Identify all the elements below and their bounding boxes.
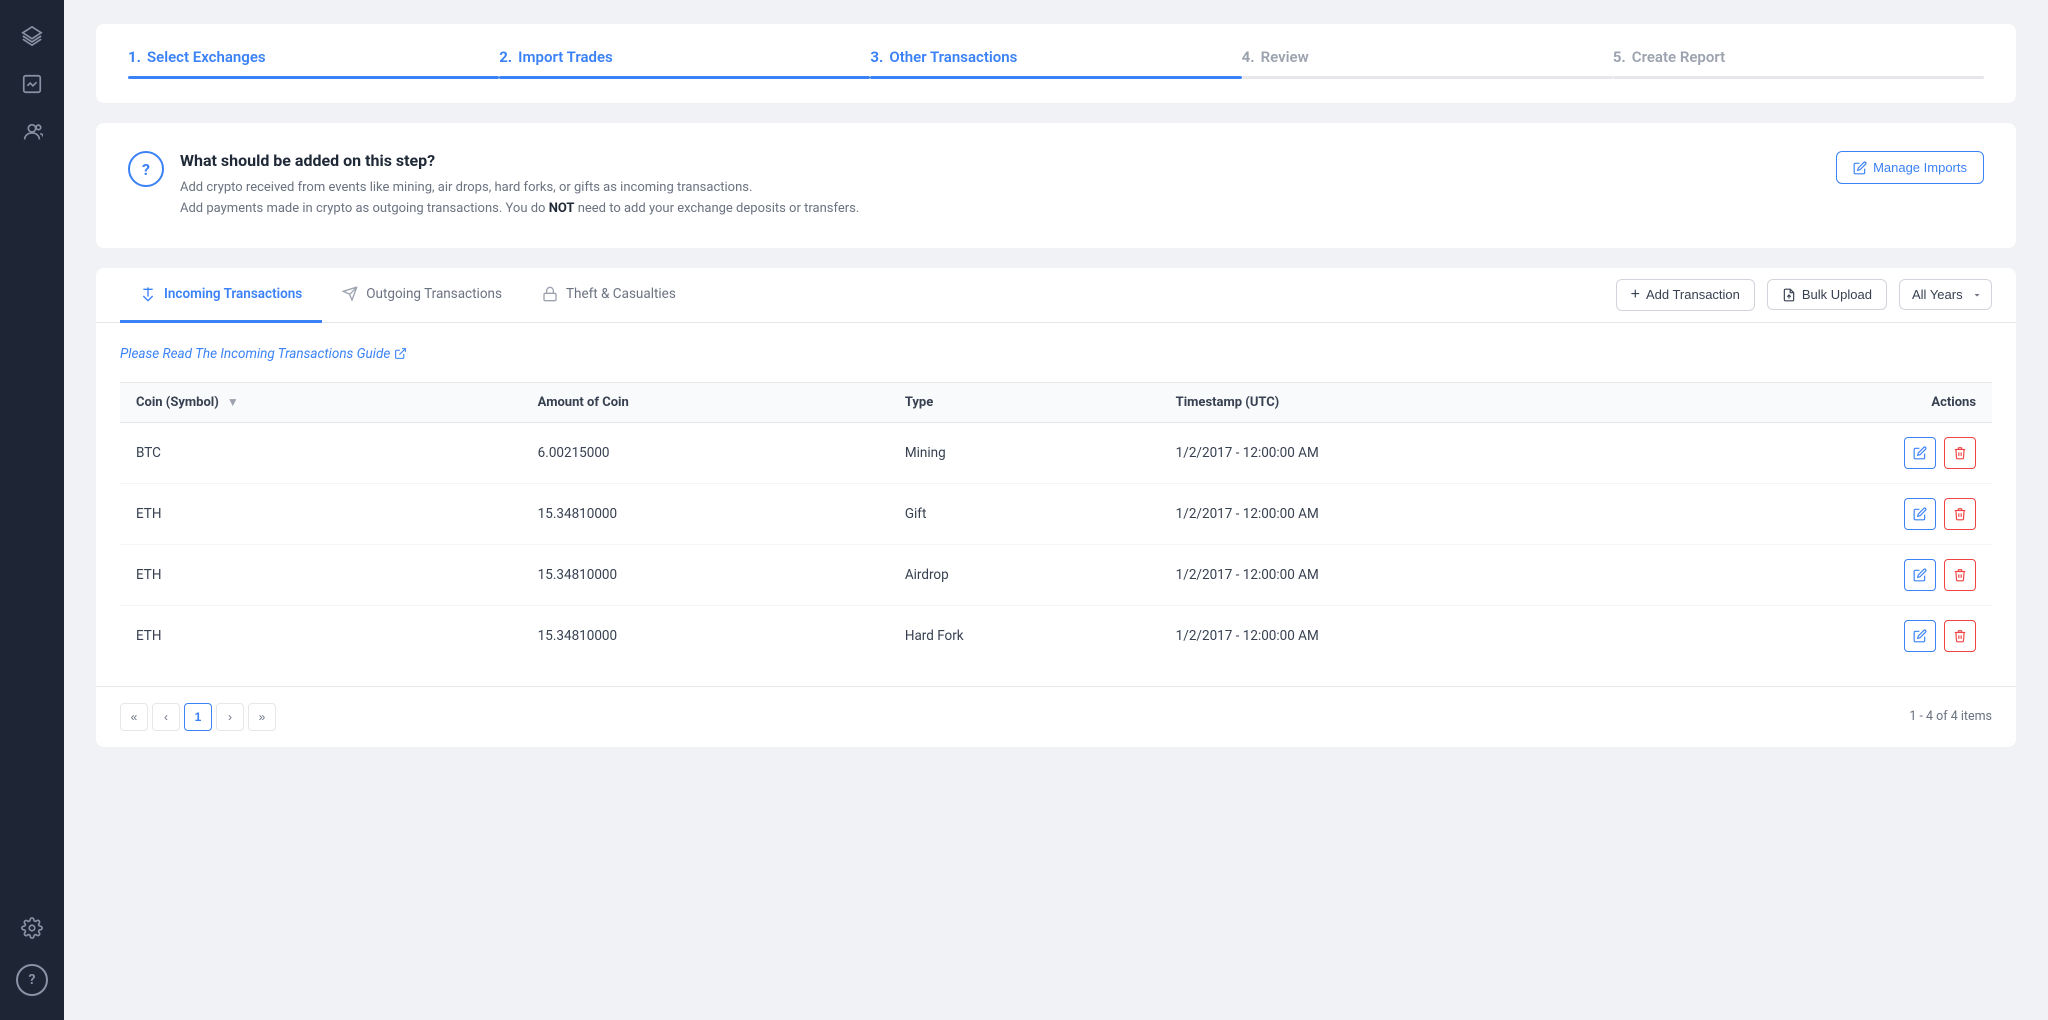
edit-icon <box>1913 507 1927 521</box>
cell-coin: ETH <box>120 605 522 666</box>
info-box: ? What should be added on this step? Add… <box>96 123 2016 248</box>
add-transaction-button[interactable]: + Add Transaction <box>1616 279 1755 311</box>
col-type: Type <box>889 382 1160 422</box>
cell-timestamp: 1/2/2017 - 12:00:00 AM <box>1160 544 1682 605</box>
edit-icon <box>1913 568 1927 582</box>
trash-icon <box>1953 629 1967 643</box>
cell-coin: ETH <box>120 483 522 544</box>
cell-type: Hard Fork <box>889 605 1160 666</box>
delete-row-button[interactable] <box>1944 437 1976 469</box>
cell-timestamp: 1/2/2017 - 12:00:00 AM <box>1160 422 1682 483</box>
tabs-left: Incoming Transactions Outgoing Transacti… <box>120 268 696 322</box>
cell-timestamp: 1/2/2017 - 12:00:00 AM <box>1160 605 1682 666</box>
cell-type: Gift <box>889 483 1160 544</box>
info-title: What should be added on this step? <box>180 151 859 170</box>
step-2[interactable]: 2. Import Trades <box>499 48 870 79</box>
bulk-upload-button[interactable]: Bulk Upload <box>1767 279 1887 310</box>
tabs-actions: + Add Transaction Bulk Upload All Years … <box>1616 279 1992 311</box>
cell-type: Mining <box>889 422 1160 483</box>
cell-coin: ETH <box>120 544 522 605</box>
tab-incoming[interactable]: Incoming Transactions <box>120 268 322 323</box>
step-4[interactable]: 4. Review <box>1242 48 1613 79</box>
step-5[interactable]: 5. Create Report <box>1613 48 1984 79</box>
page-1-button[interactable]: 1 <box>184 703 212 731</box>
tab-outgoing[interactable]: Outgoing Transactions <box>322 268 522 323</box>
edit-row-button[interactable] <box>1904 559 1936 591</box>
cell-amount: 15.34810000 <box>522 483 889 544</box>
help-icon[interactable]: ? <box>16 964 48 996</box>
last-page-button[interactable]: » <box>248 703 276 731</box>
incoming-icon <box>140 286 156 302</box>
col-coin: Coin (Symbol) ▼ <box>120 382 522 422</box>
info-line2: Add payments made in crypto as outgoing … <box>180 199 859 220</box>
edit-icon <box>1913 446 1927 460</box>
col-amount: Amount of Coin <box>522 382 889 422</box>
cell-amount: 15.34810000 <box>522 605 889 666</box>
table-row: ETH 15.34810000 Hard Fork 1/2/2017 - 12:… <box>120 605 1992 666</box>
stepper: 1. Select Exchanges 2. Import Trades 3. … <box>96 24 2016 103</box>
layers-icon[interactable] <box>12 16 52 56</box>
table-area: Please Read The Incoming Transactions Gu… <box>96 323 2016 686</box>
users-icon[interactable] <box>12 112 52 152</box>
cell-type: Airdrop <box>889 544 1160 605</box>
next-page-button[interactable]: › <box>216 703 244 731</box>
cell-amount: 15.34810000 <box>522 544 889 605</box>
sidebar: ? <box>0 0 64 1020</box>
transactions-panel: Incoming Transactions Outgoing Transacti… <box>96 268 2016 747</box>
year-filter-select[interactable]: All Years 2017 2018 2019 2020 2021 2022 <box>1899 279 1992 310</box>
edit-row-button[interactable] <box>1904 437 1936 469</box>
delete-row-button[interactable] <box>1944 620 1976 652</box>
first-page-button[interactable]: « <box>120 703 148 731</box>
page-info: 1 - 4 of 4 items <box>1909 709 1992 724</box>
trash-icon <box>1953 568 1967 582</box>
table-row: BTC 6.00215000 Mining 1/2/2017 - 12:00:0… <box>120 422 1992 483</box>
main-content: 1. Select Exchanges 2. Import Trades 3. … <box>64 0 2048 1020</box>
trash-icon <box>1953 446 1967 460</box>
tabs-header: Incoming Transactions Outgoing Transacti… <box>96 268 2016 323</box>
chart-icon[interactable] <box>12 64 52 104</box>
step-3[interactable]: 3. Other Transactions <box>870 48 1241 79</box>
prev-page-button[interactable]: ‹ <box>152 703 180 731</box>
delete-row-button[interactable] <box>1944 559 1976 591</box>
filter-icon[interactable]: ▼ <box>227 395 239 409</box>
cell-timestamp: 1/2/2017 - 12:00:00 AM <box>1160 483 1682 544</box>
transactions-table: Coin (Symbol) ▼ Amount of Coin Type Time… <box>120 382 1992 666</box>
table-row: ETH 15.34810000 Gift 1/2/2017 - 12:00:00… <box>120 483 1992 544</box>
manage-imports-button[interactable]: Manage Imports <box>1836 151 1984 184</box>
edit-row-button[interactable] <box>1904 620 1936 652</box>
trash-icon <box>1953 507 1967 521</box>
col-actions: Actions <box>1682 382 1992 422</box>
col-timestamp: Timestamp (UTC) <box>1160 382 1682 422</box>
cell-coin: BTC <box>120 422 522 483</box>
delete-row-button[interactable] <box>1944 498 1976 530</box>
external-link-icon <box>394 347 407 360</box>
settings-icon[interactable] <box>12 908 52 948</box>
outgoing-icon <box>342 286 358 302</box>
tab-theft[interactable]: Theft & Casualties <box>522 268 696 323</box>
table-row: ETH 15.34810000 Airdrop 1/2/2017 - 12:00… <box>120 544 1992 605</box>
step-1[interactable]: 1. Select Exchanges <box>128 48 499 79</box>
upload-icon <box>1782 288 1796 302</box>
question-icon: ? <box>128 151 164 187</box>
pagination: « ‹ 1 › » 1 - 4 of 4 items <box>96 686 2016 747</box>
theft-icon <box>542 286 558 302</box>
edit-icon <box>1913 629 1927 643</box>
manage-icon <box>1853 161 1867 175</box>
info-line1: Add crypto received from events like min… <box>180 178 859 199</box>
edit-row-button[interactable] <box>1904 498 1936 530</box>
cell-amount: 6.00215000 <box>522 422 889 483</box>
page-controls: « ‹ 1 › » <box>120 703 276 731</box>
guide-link[interactable]: Please Read The Incoming Transactions Gu… <box>120 346 407 362</box>
